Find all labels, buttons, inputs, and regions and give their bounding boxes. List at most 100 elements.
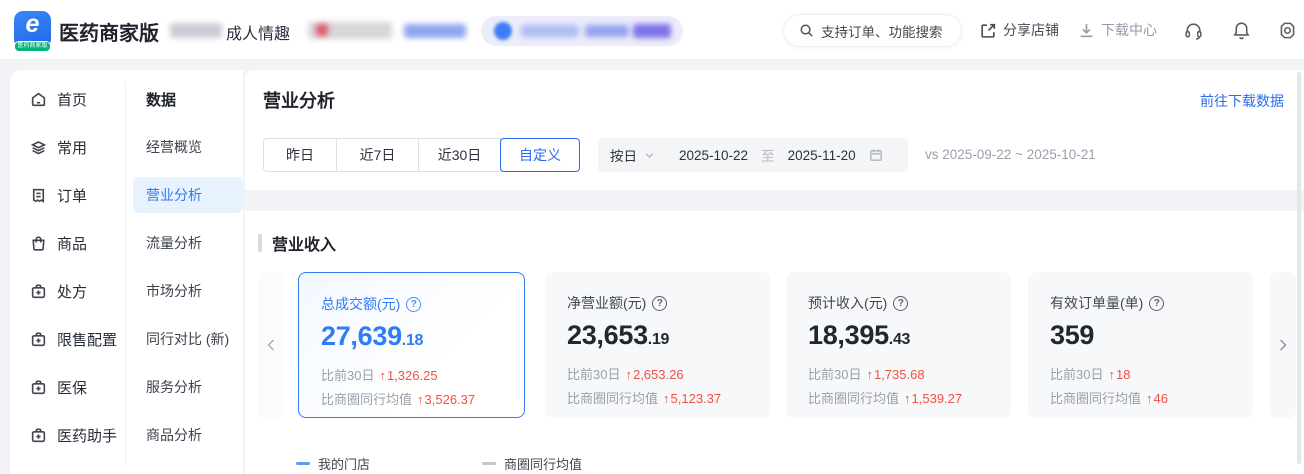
- range-custom-button[interactable]: 自定义: [500, 138, 580, 172]
- home-icon: [30, 91, 47, 108]
- search-input[interactable]: 支持订单、功能搜索: [783, 14, 962, 47]
- up-arrow-value: 5,123.37: [663, 391, 721, 406]
- receipt-icon: [30, 187, 47, 204]
- notifications-bell-icon[interactable]: [1231, 20, 1252, 41]
- store-avatar: [494, 22, 512, 40]
- calendar-icon: [869, 148, 883, 162]
- sidebar-item-common[interactable]: 常用: [10, 123, 125, 171]
- sidebar-item-prescription[interactable]: 处方: [10, 267, 125, 315]
- sidebar-item-orders[interactable]: 订单: [10, 171, 125, 219]
- sidebar-item-home[interactable]: 首页: [10, 75, 125, 123]
- subnav-item-peer-comparison[interactable]: 同行对比 (新): [125, 315, 243, 363]
- metric-card-valid-orders[interactable]: 有效订单量(单) 359 比前30日18 比商圈同行均值46: [1028, 272, 1253, 418]
- vs-peer-row: 比商圈同行均值46: [1050, 387, 1253, 411]
- help-question-icon[interactable]: [406, 297, 421, 312]
- granularity-select[interactable]: 按日: [610, 145, 637, 165]
- subnav-item-business-analysis[interactable]: 营业分析: [125, 171, 243, 219]
- section-marker: [258, 234, 262, 252]
- metric-card-net-revenue[interactable]: 净营业额(元) 23,653.19 比前30日2,653.26 比商圈同行均值5…: [545, 272, 770, 418]
- download-center-label: 下载中心: [1101, 20, 1157, 40]
- sidebar-item-label: 限售配置: [57, 329, 117, 350]
- revenue-section: 营业收入 总成交额(元) 27,639.18 比前30日1,326.25 比商圈…: [245, 211, 1304, 474]
- subnav-item-service-analysis[interactable]: 服务分析: [125, 363, 243, 411]
- sidebar-item-label: 处方: [57, 281, 87, 302]
- share-icon: [980, 22, 997, 39]
- carousel-prev-button[interactable]: [258, 272, 284, 418]
- redacted-status-dot: [316, 24, 328, 36]
- redacted-store-name-3: [633, 24, 671, 38]
- sidebar-item-sales-restriction[interactable]: 限售配置: [10, 315, 125, 363]
- share-shop-button[interactable]: 分享店铺: [980, 0, 1059, 60]
- vertical-scrollbar[interactable]: [1297, 72, 1301, 464]
- share-shop-label: 分享店铺: [1003, 20, 1059, 40]
- vs-peer-row: 比商圈同行均值5,123.37: [567, 387, 770, 411]
- store-switcher[interactable]: [481, 16, 683, 46]
- sidebar-item-label: 常用: [57, 137, 87, 158]
- metric-title: 净营业额(元): [567, 293, 646, 313]
- help-question-icon[interactable]: [652, 296, 667, 311]
- up-arrow-value: 1,735.68: [866, 367, 924, 382]
- metric-value: 27,639.18: [321, 321, 524, 352]
- logo-e-icon: e: [14, 10, 51, 39]
- medical-kit-icon: [30, 283, 47, 300]
- legend-peer-average[interactable]: 商圈同行均值: [482, 454, 582, 473]
- layers-icon: [30, 139, 47, 156]
- download-data-link[interactable]: 前往下载数据: [1200, 91, 1284, 111]
- carousel-next-button[interactable]: [1270, 272, 1296, 418]
- settings-gear-icon[interactable]: [1277, 20, 1298, 41]
- up-arrow-value: 18: [1108, 367, 1130, 382]
- vs-previous-row: 比前30日2,653.26: [567, 363, 770, 387]
- vs-previous-row: 比前30日1,735.68: [808, 363, 1011, 387]
- metric-value: 23,653.19: [567, 320, 770, 351]
- subnav-item-market-analysis[interactable]: 市场分析: [125, 267, 243, 315]
- metric-value: 18,395.43: [808, 320, 1011, 351]
- redacted-store-name-2: [585, 25, 629, 37]
- vs-peer-row: 比商圈同行均值3,526.37: [321, 388, 524, 412]
- redacted-store-link: [404, 24, 466, 38]
- sidebar-item-medical-insurance[interactable]: 医保: [10, 363, 125, 411]
- app-logo[interactable]: e 医药商家版: [14, 11, 51, 48]
- section-title: 营业收入: [272, 231, 336, 255]
- legend-my-store[interactable]: 我的门店: [296, 454, 370, 473]
- support-headset-icon[interactable]: [1183, 20, 1204, 41]
- chevron-down-icon: [644, 150, 655, 161]
- up-arrow-value: 46: [1146, 391, 1168, 406]
- vs-peer-row: 比商圈同行均值1,539.27: [808, 387, 1011, 411]
- sidebar-item-pharmacy-assistant[interactable]: 医药助手: [10, 411, 125, 459]
- section-header: 营业收入: [258, 231, 336, 255]
- date-picker-control[interactable]: 按日 2025-10-22 至 2025-11-20: [598, 138, 908, 172]
- search-placeholder: 支持订单、功能搜索: [821, 21, 943, 41]
- legend-dash-gray: [482, 462, 496, 465]
- up-arrow-value: 1,539.27: [904, 391, 962, 406]
- medical-kit-icon: [30, 379, 47, 396]
- legend-dash-blue: [296, 462, 310, 465]
- start-date-value[interactable]: 2025-10-22: [679, 148, 748, 163]
- subnav-header: 数据: [125, 75, 243, 123]
- sidebar-panel: 首页 常用 订单 商品 处方 限售配置 医保 医药助手: [10, 70, 243, 474]
- end-date-value[interactable]: 2025-11-20: [788, 148, 856, 163]
- help-question-icon[interactable]: [893, 296, 908, 311]
- metric-title: 总成交额(元): [321, 294, 400, 314]
- app-title: 医药商家版: [59, 17, 159, 46]
- redacted-store-name-1: [521, 25, 579, 37]
- subnav-item-business-overview[interactable]: 经营概览: [125, 123, 243, 171]
- vs-previous-row: 比前30日18: [1050, 363, 1253, 387]
- medical-kit-icon: [30, 331, 47, 348]
- range-7days-button[interactable]: 近7日: [337, 138, 419, 172]
- vs-previous-row: 比前30日1,326.25: [321, 364, 524, 388]
- compare-period-text: vs 2025-09-22 ~ 2025-10-21: [925, 147, 1096, 162]
- metric-card-estimated-income[interactable]: 预计收入(元) 18,395.43 比前30日1,735.68 比商圈同行均值1…: [786, 272, 1011, 418]
- sidebar-item-products[interactable]: 商品: [10, 219, 125, 267]
- metric-card-total-gmv[interactable]: 总成交额(元) 27,639.18 比前30日1,326.25 比商圈同行均值3…: [298, 272, 525, 418]
- range-yesterday-button[interactable]: 昨日: [263, 138, 337, 172]
- top-bar: e 医药商家版 医药商家版 成人情趣 支持订单、功能搜索 分享店铺: [0, 0, 1304, 60]
- range-30days-button[interactable]: 近30日: [419, 138, 501, 172]
- help-question-icon[interactable]: [1149, 296, 1164, 311]
- subnav-item-traffic-analysis[interactable]: 流量分析: [125, 219, 243, 267]
- primary-nav: 首页 常用 订单 商品 处方 限售配置 医保 医药助手: [10, 75, 125, 459]
- up-arrow-value: 2,653.26: [625, 367, 683, 382]
- shopping-bag-icon: [30, 235, 47, 252]
- download-center-button[interactable]: 下载中心: [1078, 0, 1157, 60]
- sidebar-item-label: 商品: [57, 233, 87, 254]
- subnav-item-product-analysis[interactable]: 商品分析: [125, 411, 243, 459]
